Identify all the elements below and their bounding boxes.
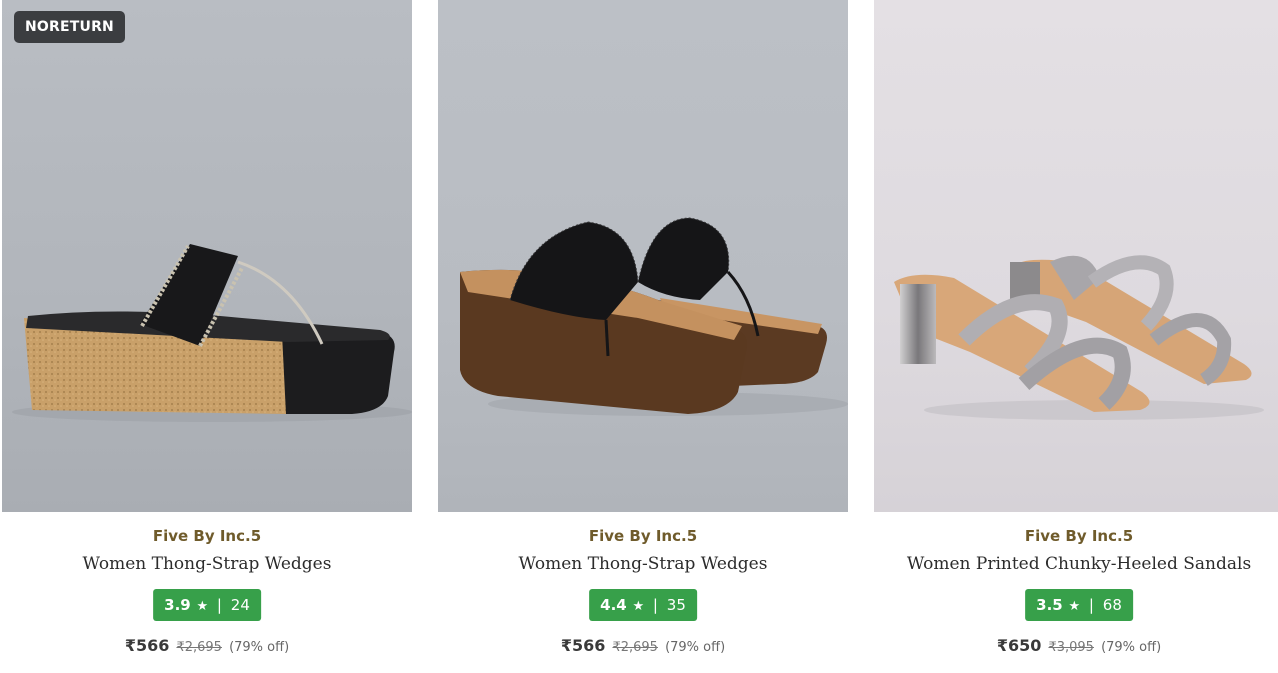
discount-label: (79% off) xyxy=(1101,640,1162,655)
product-card[interactable]: Five By Inc.5 Women Thong-Strap Wedges 4… xyxy=(438,0,848,673)
discount-label: (79% off) xyxy=(665,640,726,655)
rating-separator: | xyxy=(652,596,658,614)
product-image[interactable] xyxy=(438,0,848,512)
price-row: ₹566 ₹2,695 (79% off) xyxy=(2,636,412,655)
star-icon: ★ xyxy=(196,599,209,614)
product-card[interactable]: Five By Inc.5 Women Printed Chunky-Heele… xyxy=(874,0,1278,673)
review-count: 24 xyxy=(230,596,250,614)
wedge-sandal-illustration xyxy=(12,244,412,422)
star-icon: ★ xyxy=(632,599,645,614)
product-brand[interactable]: Five By Inc.5 xyxy=(2,527,412,545)
rating-badge[interactable]: 3.9 ★ | 24 xyxy=(153,589,261,621)
product-image[interactable] xyxy=(874,0,1278,512)
rating-badge[interactable]: 3.5 ★ | 68 xyxy=(1025,589,1133,621)
selling-price: ₹566 xyxy=(124,636,170,655)
product-name[interactable]: Women Thong-Strap Wedges xyxy=(2,554,412,574)
noreturn-badge: NORETURN xyxy=(14,11,125,43)
woven-wedge-illustration xyxy=(460,217,848,416)
price-row: ₹650 ₹3,095 (79% off) xyxy=(874,636,1278,655)
rating-score: 3.5 xyxy=(1036,596,1063,614)
review-count: 35 xyxy=(666,596,686,614)
product-name[interactable]: Women Printed Chunky-Heeled Sandals xyxy=(874,554,1278,574)
price-row: ₹566 ₹2,695 (79% off) xyxy=(438,636,848,655)
discount-label: (79% off) xyxy=(229,640,290,655)
product-brand[interactable]: Five By Inc.5 xyxy=(438,527,848,545)
original-price: ₹3,095 xyxy=(1048,640,1094,655)
star-icon: ★ xyxy=(1068,599,1081,614)
product-card[interactable]: NORETURN Five By Inc.5 Women Thong-Strap… xyxy=(2,0,412,673)
rating-score: 4.4 xyxy=(600,596,627,614)
selling-price: ₹566 xyxy=(560,636,606,655)
review-count: 68 xyxy=(1102,596,1122,614)
heeled-sandal-illustration xyxy=(894,255,1264,420)
rating-badge[interactable]: 4.4 ★ | 35 xyxy=(589,589,697,621)
original-price: ₹2,695 xyxy=(176,640,222,655)
rating-separator: | xyxy=(1088,596,1094,614)
product-name[interactable]: Women Thong-Strap Wedges xyxy=(438,554,848,574)
rating-separator: | xyxy=(216,596,222,614)
selling-price: ₹650 xyxy=(996,636,1042,655)
product-image[interactable]: NORETURN xyxy=(2,0,412,512)
product-brand[interactable]: Five By Inc.5 xyxy=(874,527,1278,545)
original-price: ₹2,695 xyxy=(612,640,658,655)
rating-score: 3.9 xyxy=(164,596,191,614)
